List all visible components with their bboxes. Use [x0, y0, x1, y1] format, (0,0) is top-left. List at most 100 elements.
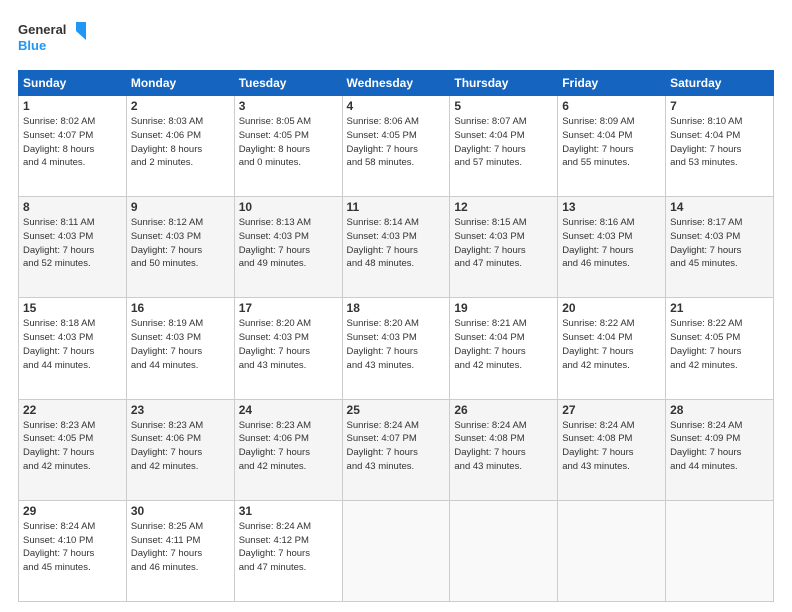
- calendar-cell: 31 Sunrise: 8:24 AMSunset: 4:12 PMDayligh…: [234, 500, 342, 601]
- day-detail: Sunrise: 8:09 AMSunset: 4:04 PMDaylight:…: [562, 115, 661, 170]
- calendar-cell: 23 Sunrise: 8:23 AMSunset: 4:06 PMDayligh…: [126, 399, 234, 500]
- calendar-cell: 6 Sunrise: 8:09 AMSunset: 4:04 PMDaylight…: [558, 96, 666, 197]
- day-number: 10: [239, 200, 338, 214]
- calendar-cell: 3 Sunrise: 8:05 AMSunset: 4:05 PMDaylight…: [234, 96, 342, 197]
- calendar-cell: 25 Sunrise: 8:24 AMSunset: 4:07 PMDayligh…: [342, 399, 450, 500]
- logo: General Blue: [18, 18, 88, 60]
- day-number: 28: [670, 403, 769, 417]
- day-number: 12: [454, 200, 553, 214]
- calendar-cell: 24 Sunrise: 8:23 AMSunset: 4:06 PMDayligh…: [234, 399, 342, 500]
- calendar-cell: 22 Sunrise: 8:23 AMSunset: 4:05 PMDayligh…: [19, 399, 127, 500]
- day-number: 11: [347, 200, 446, 214]
- calendar-cell: 30 Sunrise: 8:25 AMSunset: 4:11 PMDayligh…: [126, 500, 234, 601]
- calendar-cell: 2Sunrise: 8:03 AMSunset: 4:06 PMDaylight…: [126, 96, 234, 197]
- day-number: 26: [454, 403, 553, 417]
- day-number: 21: [670, 301, 769, 315]
- day-number: 29: [23, 504, 122, 518]
- day-detail: Sunrise: 8:20 AMSunset: 4:03 PMDaylight:…: [347, 317, 446, 372]
- col-header-friday: Friday: [558, 71, 666, 96]
- calendar-cell: 19 Sunrise: 8:21 AMSunset: 4:04 PMDayligh…: [450, 298, 558, 399]
- day-detail: Sunrise: 8:17 AMSunset: 4:03 PMDaylight:…: [670, 216, 769, 271]
- day-number: 13: [562, 200, 661, 214]
- day-number: 30: [131, 504, 230, 518]
- day-detail: Sunrise: 8:24 AMSunset: 4:08 PMDaylight:…: [562, 419, 661, 474]
- calendar-cell: 10 Sunrise: 8:13 AMSunset: 4:03 PMDayligh…: [234, 197, 342, 298]
- calendar-table: SundayMondayTuesdayWednesdayThursdayFrid…: [18, 70, 774, 602]
- calendar-cell: [558, 500, 666, 601]
- day-detail: Sunrise: 8:10 AMSunset: 4:04 PMDaylight:…: [670, 115, 769, 170]
- day-number: 17: [239, 301, 338, 315]
- day-detail: Sunrise: 8:05 AMSunset: 4:05 PMDaylight:…: [239, 115, 338, 170]
- day-detail: Sunrise: 8:06 AMSunset: 4:05 PMDaylight:…: [347, 115, 446, 170]
- day-number: 27: [562, 403, 661, 417]
- calendar-cell: 9 Sunrise: 8:12 AMSunset: 4:03 PMDaylight…: [126, 197, 234, 298]
- day-number: 9: [131, 200, 230, 214]
- day-detail: Sunrise: 8:24 AMSunset: 4:07 PMDaylight:…: [347, 419, 446, 474]
- day-number: 14: [670, 200, 769, 214]
- day-detail: Sunrise: 8:14 AMSunset: 4:03 PMDaylight:…: [347, 216, 446, 271]
- day-number: 23: [131, 403, 230, 417]
- calendar-cell: 28 Sunrise: 8:24 AMSunset: 4:09 PMDayligh…: [666, 399, 774, 500]
- col-header-sunday: Sunday: [19, 71, 127, 96]
- day-detail: Sunrise: 8:22 AMSunset: 4:05 PMDaylight:…: [670, 317, 769, 372]
- col-header-wednesday: Wednesday: [342, 71, 450, 96]
- day-number: 3: [239, 99, 338, 113]
- day-detail: Sunrise: 8:20 AMSunset: 4:03 PMDaylight:…: [239, 317, 338, 372]
- col-header-saturday: Saturday: [666, 71, 774, 96]
- calendar-cell: 12 Sunrise: 8:15 AMSunset: 4:03 PMDayligh…: [450, 197, 558, 298]
- day-number: 25: [347, 403, 446, 417]
- col-header-thursday: Thursday: [450, 71, 558, 96]
- day-detail: Sunrise: 8:19 AMSunset: 4:03 PMDaylight:…: [131, 317, 230, 372]
- day-number: 4: [347, 99, 446, 113]
- calendar-cell: 20Sunrise: 8:22 AMSunset: 4:04 PMDayligh…: [558, 298, 666, 399]
- day-number: 6: [562, 99, 661, 113]
- calendar-cell: 8Sunrise: 8:11 AMSunset: 4:03 PMDaylight…: [19, 197, 127, 298]
- calendar-cell: 13 Sunrise: 8:16 AMSunset: 4:03 PMDayligh…: [558, 197, 666, 298]
- day-detail: Sunrise: 8:24 AMSunset: 4:12 PMDaylight:…: [239, 520, 338, 575]
- calendar-cell: 1 Sunrise: 8:02 AMSunset: 4:07 PMDaylight…: [19, 96, 127, 197]
- day-number: 31: [239, 504, 338, 518]
- calendar-cell: [450, 500, 558, 601]
- page-header: General Blue: [18, 18, 774, 60]
- day-number: 7: [670, 99, 769, 113]
- calendar-cell: 27 Sunrise: 8:24 AMSunset: 4:08 PMDayligh…: [558, 399, 666, 500]
- calendar-cell: 29 Sunrise: 8:24 AMSunset: 4:10 PMDayligh…: [19, 500, 127, 601]
- calendar-cell: 26 Sunrise: 8:24 AMSunset: 4:08 PMDayligh…: [450, 399, 558, 500]
- day-detail: Sunrise: 8:24 AMSunset: 4:08 PMDaylight:…: [454, 419, 553, 474]
- day-detail: Sunrise: 8:18 AMSunset: 4:03 PMDaylight:…: [23, 317, 122, 372]
- day-detail: Sunrise: 8:23 AMSunset: 4:05 PMDaylight:…: [23, 419, 122, 474]
- day-number: 1: [23, 99, 122, 113]
- calendar-cell: 14 Sunrise: 8:17 AMSunset: 4:03 PMDayligh…: [666, 197, 774, 298]
- day-number: 5: [454, 99, 553, 113]
- day-detail: Sunrise: 8:02 AMSunset: 4:07 PMDaylight:…: [23, 115, 122, 170]
- day-detail: Sunrise: 8:07 AMSunset: 4:04 PMDaylight:…: [454, 115, 553, 170]
- day-number: 18: [347, 301, 446, 315]
- day-detail: Sunrise: 8:12 AMSunset: 4:03 PMDaylight:…: [131, 216, 230, 271]
- calendar-cell: 5 Sunrise: 8:07 AMSunset: 4:04 PMDaylight…: [450, 96, 558, 197]
- day-detail: Sunrise: 8:11 AMSunset: 4:03 PMDaylight:…: [23, 216, 122, 271]
- svg-text:General: General: [18, 22, 66, 37]
- calendar-cell: 18 Sunrise: 8:20 AMSunset: 4:03 PMDayligh…: [342, 298, 450, 399]
- day-detail: Sunrise: 8:25 AMSunset: 4:11 PMDaylight:…: [131, 520, 230, 575]
- day-number: 19: [454, 301, 553, 315]
- day-detail: Sunrise: 8:15 AMSunset: 4:03 PMDaylight:…: [454, 216, 553, 271]
- day-detail: Sunrise: 8:24 AMSunset: 4:09 PMDaylight:…: [670, 419, 769, 474]
- svg-text:Blue: Blue: [18, 38, 46, 53]
- col-header-tuesday: Tuesday: [234, 71, 342, 96]
- day-detail: Sunrise: 8:23 AMSunset: 4:06 PMDaylight:…: [131, 419, 230, 474]
- calendar-cell: 15 Sunrise: 8:18 AMSunset: 4:03 PMDayligh…: [19, 298, 127, 399]
- calendar-cell: 11 Sunrise: 8:14 AMSunset: 4:03 PMDayligh…: [342, 197, 450, 298]
- day-detail: Sunrise: 8:03 AMSunset: 4:06 PMDaylight:…: [131, 115, 230, 170]
- day-detail: Sunrise: 8:21 AMSunset: 4:04 PMDaylight:…: [454, 317, 553, 372]
- day-detail: Sunrise: 8:23 AMSunset: 4:06 PMDaylight:…: [239, 419, 338, 474]
- day-detail: Sunrise: 8:13 AMSunset: 4:03 PMDaylight:…: [239, 216, 338, 271]
- calendar-cell: 4 Sunrise: 8:06 AMSunset: 4:05 PMDaylight…: [342, 96, 450, 197]
- day-detail: Sunrise: 8:16 AMSunset: 4:03 PMDaylight:…: [562, 216, 661, 271]
- day-detail: Sunrise: 8:24 AMSunset: 4:10 PMDaylight:…: [23, 520, 122, 575]
- calendar-cell: 7 Sunrise: 8:10 AMSunset: 4:04 PMDaylight…: [666, 96, 774, 197]
- day-number: 24: [239, 403, 338, 417]
- day-number: 15: [23, 301, 122, 315]
- calendar-header: SundayMondayTuesdayWednesdayThursdayFrid…: [19, 71, 774, 96]
- day-number: 20: [562, 301, 661, 315]
- day-number: 22: [23, 403, 122, 417]
